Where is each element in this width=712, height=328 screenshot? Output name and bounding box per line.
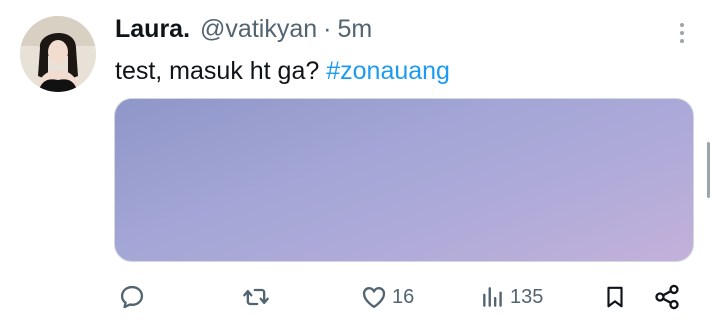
more-vertical-icon[interactable] <box>672 18 692 48</box>
avatar-image <box>20 16 96 92</box>
views-button[interactable]: 135 <box>480 280 543 314</box>
tweet-body: test, masuk ht ga? <box>115 57 320 85</box>
scrollbar[interactable] <box>707 142 710 198</box>
tweet-text: test, masuk ht ga? #zonauang <box>115 55 450 87</box>
media-image[interactable] <box>114 98 694 262</box>
user-handle[interactable]: @vatikyan <box>200 14 317 44</box>
retweet-button[interactable] <box>242 280 274 314</box>
reply-button[interactable] <box>118 280 150 314</box>
share-button[interactable] <box>652 280 682 314</box>
like-count: 16 <box>392 286 415 308</box>
retweet-icon <box>243 288 269 306</box>
timestamp[interactable]: 5m <box>337 14 372 44</box>
share-icon <box>655 284 679 310</box>
bookmark-button[interactable] <box>602 280 628 314</box>
reply-icon <box>120 285 144 309</box>
tweet-card[interactable]: Laura. @vatikyan · 5m test, masuk ht ga?… <box>0 0 712 328</box>
separator: · <box>323 15 332 43</box>
avatar[interactable] <box>20 16 96 92</box>
like-button[interactable]: 16 <box>360 280 414 314</box>
heart-icon <box>362 287 386 309</box>
action-bar: 16 135 <box>114 280 694 314</box>
views-count: 135 <box>510 286 544 308</box>
bookmark-icon <box>607 286 623 308</box>
analytics-icon <box>483 287 502 307</box>
tweet-header: Laura. @vatikyan · 5m <box>115 14 372 44</box>
hashtag-link[interactable]: #zonauang <box>326 57 450 85</box>
display-name[interactable]: Laura. <box>115 14 190 44</box>
